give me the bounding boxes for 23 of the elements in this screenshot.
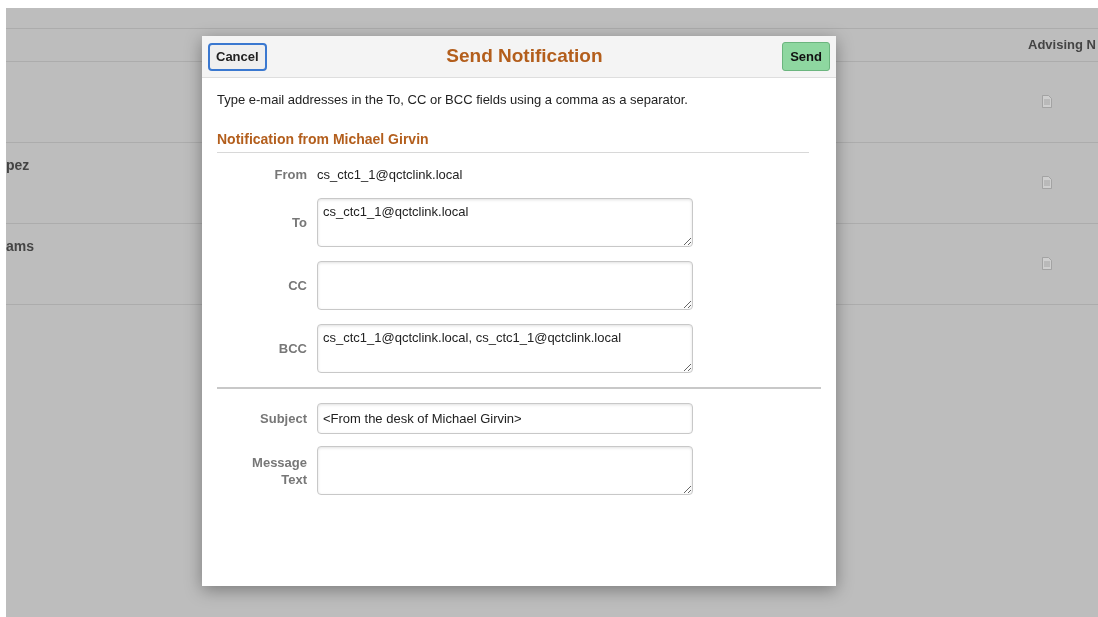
input-field[interactable]: <From the desk of Michael Girvin> bbox=[317, 403, 693, 434]
section-heading: Notification from Michael Girvin bbox=[217, 128, 809, 153]
text-area[interactable]: cs_ctc1_1@qctclink.local bbox=[317, 198, 693, 247]
field-label: Message Text bbox=[251, 453, 307, 488]
send-button[interactable]: Send bbox=[782, 42, 830, 71]
field-label: Subject bbox=[259, 410, 307, 427]
text-area[interactable] bbox=[317, 446, 693, 495]
text-area[interactable] bbox=[317, 261, 693, 310]
text-area[interactable]: cs_ctc1_1@qctclink.local, cs_ctc1_1@qctclink.local bbox=[317, 324, 693, 373]
instructions-text: Type e-mail addresses in the To, CC or BCC fields using a comma as a separator. bbox=[217, 91, 689, 109]
document-icon bbox=[1042, 95, 1052, 108]
column-header: Advising N bbox=[1028, 36, 1097, 55]
cancel-button[interactable]: Cancel bbox=[208, 42, 267, 71]
dialog-title: Send Notification bbox=[446, 44, 603, 69]
table-cell: ams bbox=[6, 238, 35, 254]
field-label: BCC bbox=[277, 340, 307, 357]
field-label: CC bbox=[287, 277, 307, 294]
document-icon bbox=[1042, 257, 1052, 270]
table-cell: pez bbox=[6, 157, 30, 173]
field-label: To bbox=[291, 214, 307, 231]
field-value: cs_ctc1_1@qctclink.local bbox=[317, 165, 463, 184]
field-label: From bbox=[273, 165, 307, 183]
document-icon bbox=[1042, 176, 1052, 189]
